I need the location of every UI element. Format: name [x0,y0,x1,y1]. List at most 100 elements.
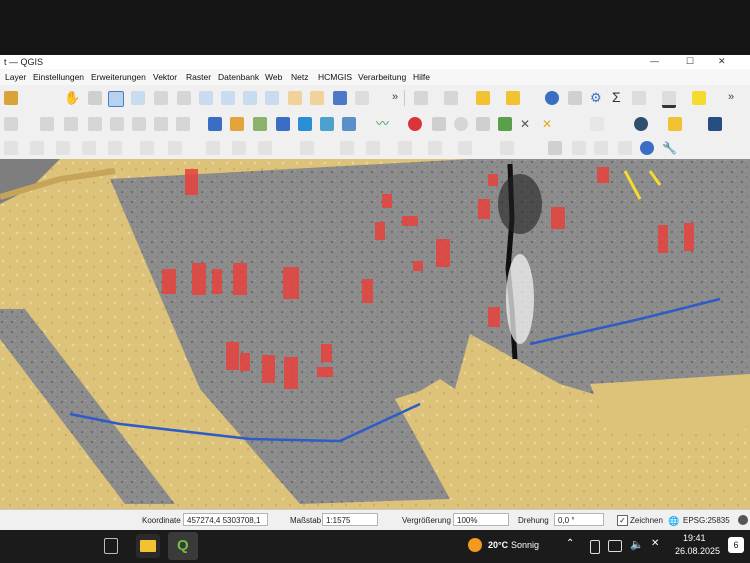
rotate-point-symbols-icon[interactable] [300,141,314,155]
fill-ring-icon[interactable] [140,141,154,155]
feature-polygon[interactable] [658,225,668,253]
delete-part-icon[interactable]: ✕ [520,117,534,131]
feature-polygon[interactable] [284,357,298,389]
add-vector-layer-icon[interactable] [253,117,267,131]
measure-line-icon[interactable] [662,91,676,108]
feature-polygon[interactable] [402,216,418,226]
data-source-manager-icon[interactable] [230,117,244,131]
feature-polygon[interactable] [488,174,498,186]
digitize-curve-icon[interactable]: 〰 [376,117,390,131]
info-icon[interactable] [640,141,654,155]
trace-icon[interactable] [476,117,490,131]
measure-area-icon[interactable] [4,141,18,155]
snapping-magnet-icon[interactable] [408,117,422,131]
simplify-feature-icon[interactable] [56,141,70,155]
render-checkbox[interactable]: ✓ [617,515,628,526]
rotate-feature-icon[interactable] [30,141,44,155]
menu-item-netz[interactable]: Netz [291,72,308,82]
explorer-taskbar-button[interactable] [136,534,160,558]
weather-description[interactable]: Sonnig [511,540,539,550]
menu-item-web[interactable]: Web [265,72,282,82]
label-rotate-icon[interactable] [428,141,442,155]
save-edits-icon[interactable] [40,117,54,131]
reshape-icon[interactable] [498,117,512,131]
weather-temperature[interactable]: 20°C [488,540,508,550]
split-parts-icon[interactable] [258,141,272,155]
feature-polygon[interactable] [233,263,247,295]
crs-icon[interactable]: 🌐 [668,516,679,527]
tools-wrench-icon[interactable]: 🔧 [662,141,677,155]
zoom-selection-icon[interactable] [199,91,213,105]
grid-plugin-icon[interactable] [548,141,562,155]
map-tips-icon[interactable] [632,91,646,105]
menu-item-erweiterungen[interactable]: Erweiterungen [91,72,146,82]
task-view-icon[interactable] [104,538,118,554]
sun-icon[interactable] [468,538,482,552]
redo-icon[interactable] [176,117,190,131]
magnifier-field[interactable]: 100% [453,513,509,526]
feature-polygon[interactable] [283,267,299,299]
add-feature-icon[interactable] [64,117,78,131]
feature-polygon[interactable] [488,307,500,327]
feature-polygon[interactable] [382,194,392,208]
toggle-editing-icon[interactable] [4,117,18,131]
field-calculator-icon[interactable] [506,91,520,105]
feature-polygon[interactable] [375,222,385,240]
add-part-icon[interactable] [108,141,122,155]
zoom-last-icon[interactable] [265,91,279,105]
diagram-move-icon[interactable] [500,141,514,155]
crs-label[interactable]: EPSG:25835 [683,516,730,525]
menu-item-raster[interactable]: Raster [186,72,211,82]
toolbar-overflow-icon-2[interactable]: » [728,91,734,103]
feature-polygon[interactable] [551,207,565,229]
menu-item-vektor[interactable]: Vektor [153,72,177,82]
label-show-hide-icon[interactable] [366,141,380,155]
new-project-icon[interactable] [4,91,18,105]
label-move-icon[interactable] [398,141,412,155]
delete-selected-icon[interactable] [110,117,124,131]
settings-gear-icon[interactable]: ⚙ [590,91,604,105]
measure-icon[interactable] [568,91,582,105]
map-canvas[interactable] [0,159,750,509]
delete-ring-icon[interactable] [168,141,182,155]
python-plugin-icon[interactable] [668,117,682,131]
add-layer-icon[interactable] [208,117,222,131]
phone-icon[interactable] [590,540,600,554]
menu-item-hcmgis[interactable]: HCMGIS [318,72,352,82]
feature-polygon[interactable] [317,367,333,377]
zoom-layer-icon[interactable] [243,91,257,105]
scale-dropdown[interactable]: 1:1575 [322,513,378,526]
qgis-taskbar-button[interactable]: Q [168,532,198,560]
cut-features-icon[interactable] [132,117,146,131]
menu-item-hilfe[interactable]: Hilfe [413,72,430,82]
feature-polygon[interactable] [262,355,275,383]
python-console-icon[interactable] [634,117,648,131]
clock-time[interactable]: 19:41 [683,533,706,543]
eye-icon[interactable] [454,117,468,131]
feature-polygon[interactable] [321,344,332,362]
maximize-button[interactable]: ☐ [686,56,694,67]
feature-polygon[interactable] [162,269,176,294]
zoom-rubberband-icon[interactable] [154,91,168,105]
help-book-icon[interactable] [708,117,722,131]
add-ring-icon[interactable] [82,141,96,155]
add-wms-layer-icon[interactable] [320,117,334,131]
reverse-line-icon[interactable] [232,141,246,155]
notification-badge[interactable]: 6 [728,537,744,553]
pan-to-selection-icon[interactable] [88,91,102,105]
feature-polygon[interactable] [478,199,490,219]
messages-icon[interactable] [738,515,748,525]
feature-polygon[interactable] [597,167,609,183]
add-raster-layer-icon[interactable] [276,117,290,131]
refresh-icon[interactable] [355,91,369,105]
new-map-view-icon[interactable] [288,91,302,105]
rotation-field[interactable]: 0,0 ° [554,513,604,526]
feature-polygon[interactable] [684,223,694,251]
feature-polygon[interactable] [436,239,450,267]
open-attribute-table-icon[interactable] [476,91,490,105]
feature-polygon[interactable] [185,169,198,195]
merge-features-icon[interactable]: ✕ [542,117,556,131]
undo-icon[interactable] [154,117,168,131]
layer-styling-icon[interactable] [594,141,608,155]
annotation-icon[interactable] [692,91,706,105]
